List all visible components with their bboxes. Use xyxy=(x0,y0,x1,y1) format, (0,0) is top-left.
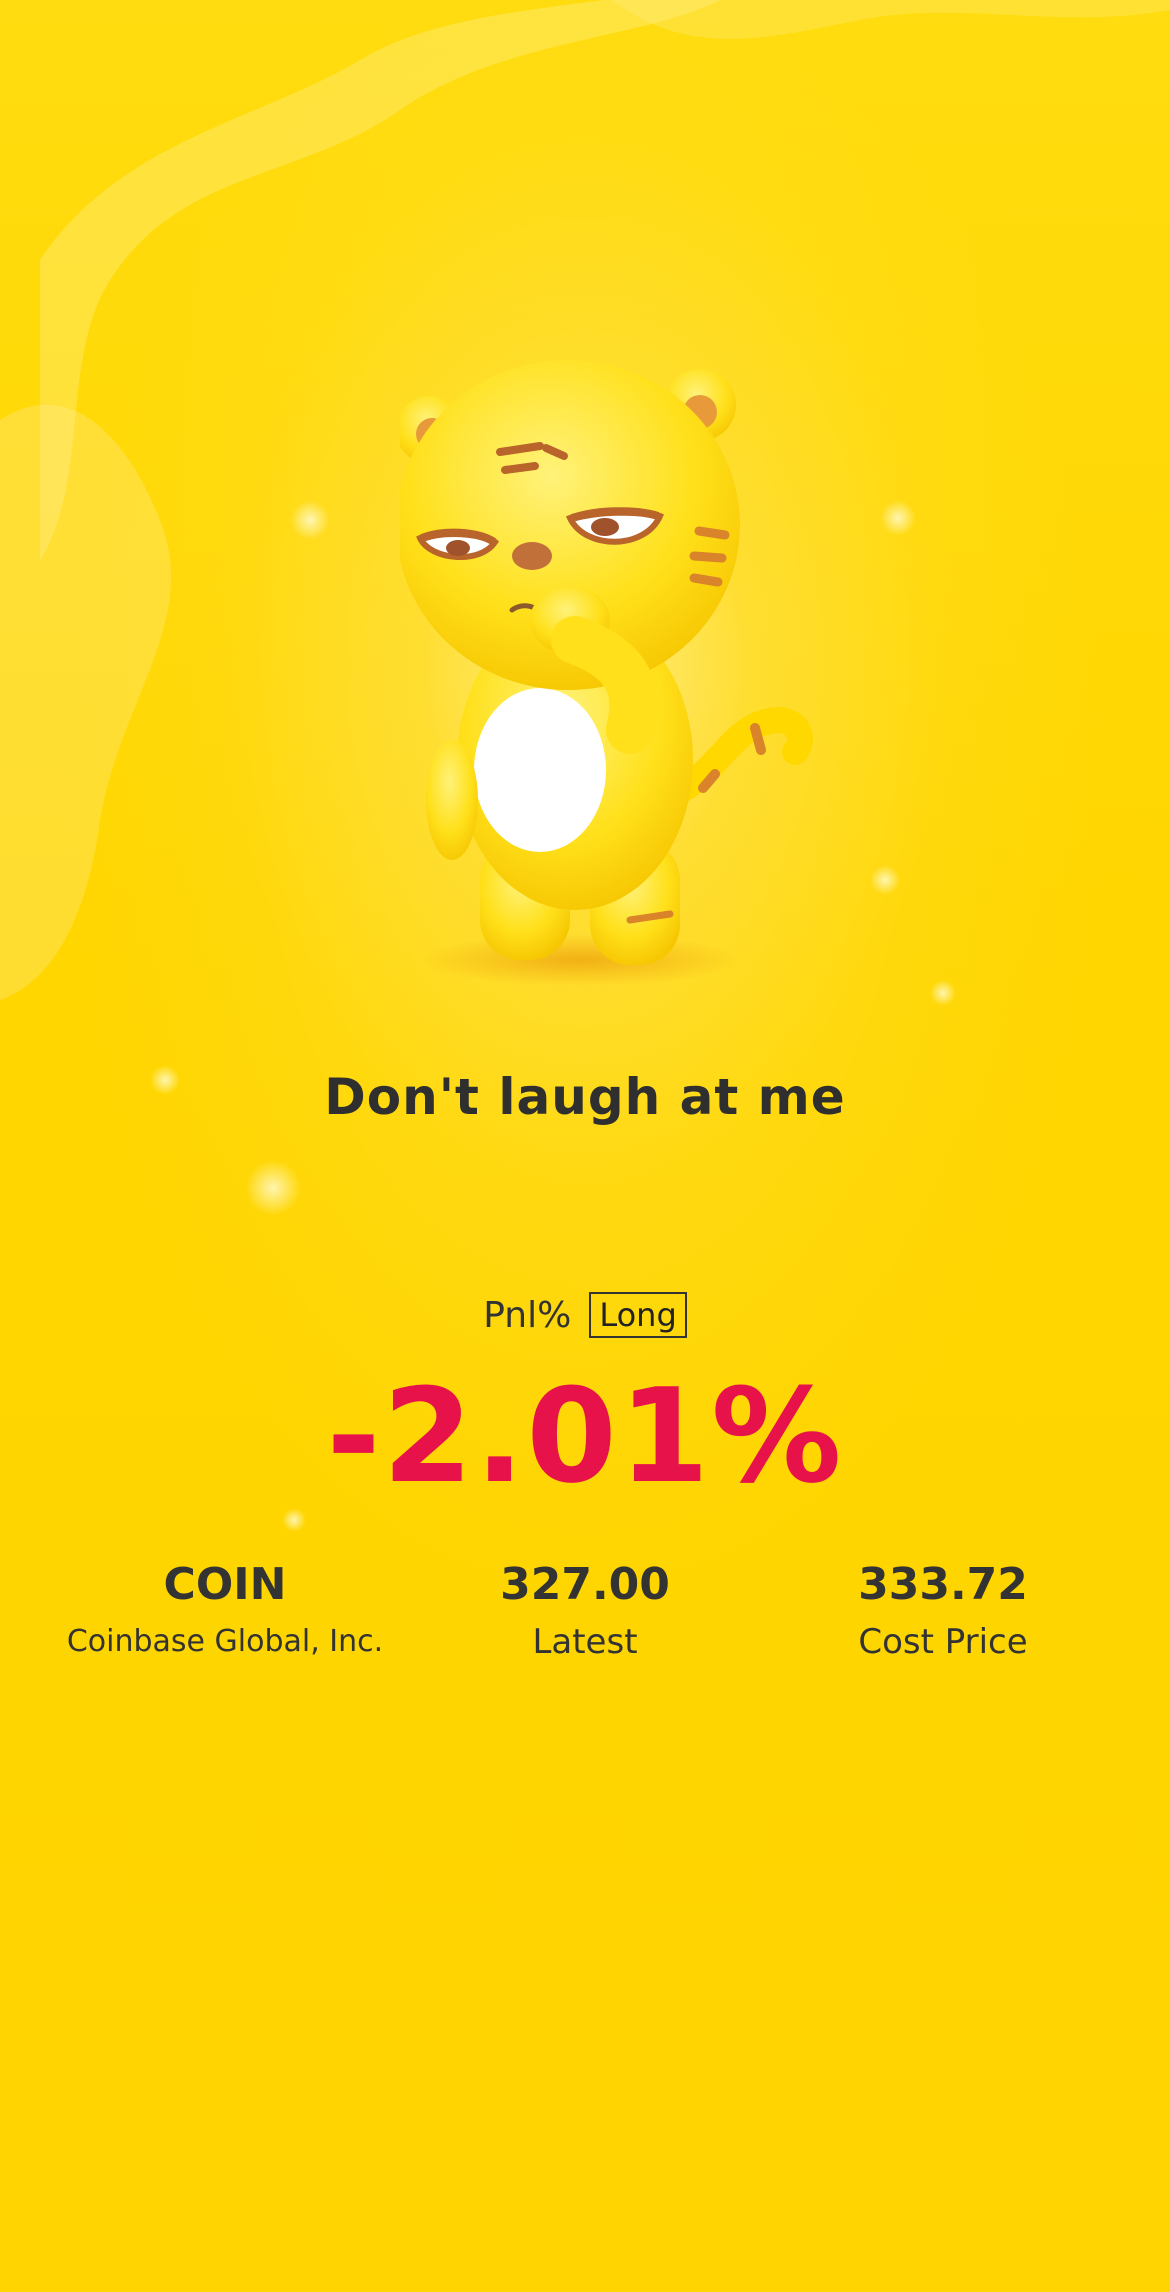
stock-name: Coinbase Global, Inc. xyxy=(66,1624,384,1659)
pnl-percentage: -2.01% xyxy=(326,1360,844,1512)
sparkle xyxy=(245,1160,301,1216)
sparkle xyxy=(880,500,916,536)
cost-price: 333.72 Cost Price xyxy=(753,1555,1133,1667)
latest-price: 327.00 Latest xyxy=(395,1555,775,1667)
tiger-mascot-image xyxy=(400,360,813,986)
cost-price-label: Cost Price xyxy=(858,1622,1028,1662)
latest-price-label: Latest xyxy=(532,1622,638,1662)
pnl-header: Pnl% Long xyxy=(0,1292,1170,1338)
latest-price-value: 327.00 xyxy=(500,1559,670,1610)
sparkle xyxy=(870,865,900,895)
pnl-label: Pnl% xyxy=(483,1294,572,1336)
stock-symbol: COIN xyxy=(163,1559,287,1610)
stock-stats: COIN Coinbase Global, Inc. 327.00 Latest… xyxy=(0,1555,1170,1675)
cost-price-value: 333.72 xyxy=(858,1559,1028,1610)
position-direction-badge: Long xyxy=(589,1292,687,1338)
stock-identity: COIN Coinbase Global, Inc. xyxy=(35,1555,415,1667)
sparkle xyxy=(290,500,330,540)
sparkle xyxy=(930,980,956,1006)
headline: Don't laugh at me xyxy=(324,1068,846,1126)
